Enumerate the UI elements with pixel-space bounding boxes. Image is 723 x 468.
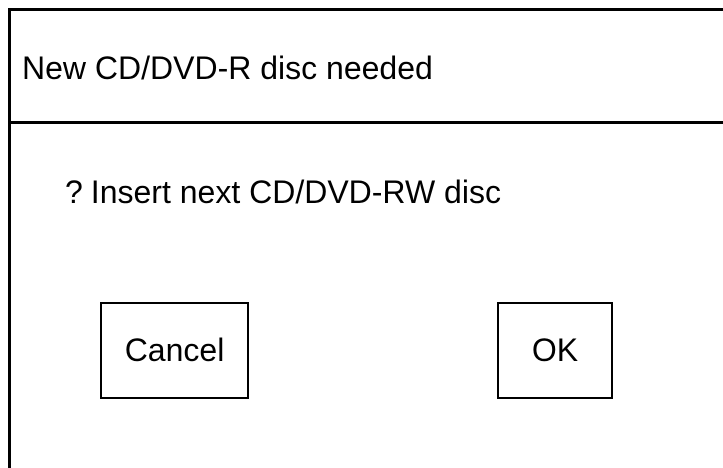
ok-button[interactable]: OK	[497, 302, 613, 399]
question-icon: ?	[65, 174, 83, 210]
cancel-button[interactable]: Cancel	[100, 302, 249, 399]
dialog-message: ? Insert next CD/DVD-RW disc	[65, 172, 501, 212]
dialog-message-text: Insert next CD/DVD-RW disc	[90, 174, 501, 210]
dialog-titlebar: New CD/DVD-R disc needed	[11, 11, 723, 124]
dialog-title: New CD/DVD-R disc needed	[22, 50, 433, 86]
disc-needed-dialog: New CD/DVD-R disc needed ? Insert next CD…	[8, 8, 723, 468]
